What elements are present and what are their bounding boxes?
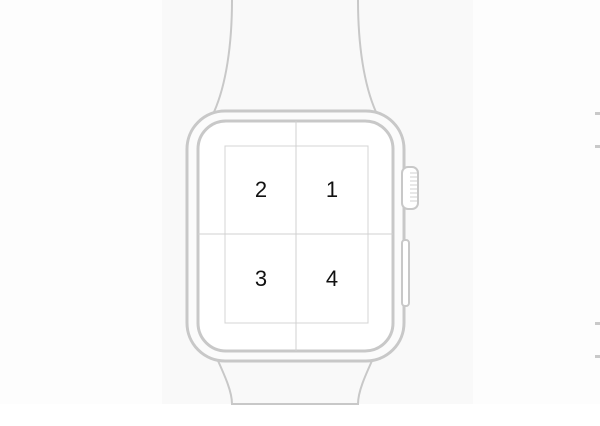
diagram-canvas: 2 1 3 4 [0,0,600,426]
edge-mark [595,355,600,358]
quadrant-label-bottom-left: 3 [255,266,267,291]
edge-mark [595,112,600,115]
watch-illustration: 2 1 3 4 [185,0,419,405]
watch-band-top [212,0,378,113]
side-button [401,239,410,307]
quadrant-label-top-right: 1 [326,177,338,202]
edge-mark [595,322,600,325]
quadrant-label-bottom-right: 4 [326,266,338,291]
edge-mark [595,145,600,148]
quadrant-label-top-left: 2 [255,177,267,202]
